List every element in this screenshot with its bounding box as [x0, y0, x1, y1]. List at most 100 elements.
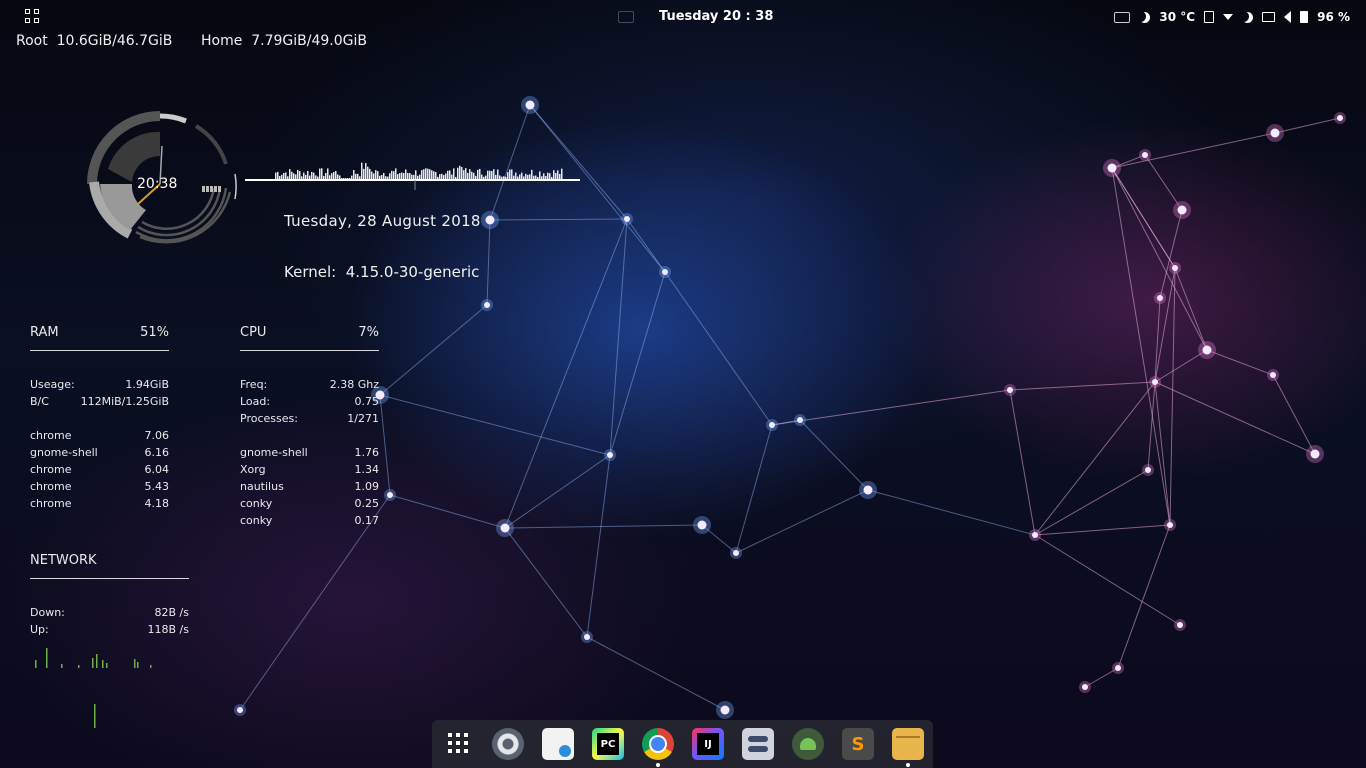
visualizer-bar	[481, 174, 483, 179]
visualizer-bar	[415, 170, 417, 179]
files-running-indicator	[906, 763, 910, 767]
network-node	[237, 707, 243, 713]
cpu-percent: 7%	[358, 325, 379, 340]
network-edge	[1111, 167, 1208, 351]
visualizer-bar	[453, 168, 455, 179]
network-down-bar	[137, 662, 139, 668]
visualizer-bar	[387, 176, 389, 179]
visualizer-bar	[479, 168, 481, 179]
network-down-bar	[35, 660, 37, 668]
network-edge	[1034, 469, 1149, 536]
network-down-bar	[78, 665, 80, 668]
cpu-stat-value: 1/271	[347, 412, 379, 425]
network-edge	[504, 218, 628, 529]
chrome-icon[interactable]	[642, 728, 674, 760]
ring-arc-top-right	[194, 124, 228, 165]
visualizer-bar	[417, 175, 419, 179]
battery-percent[interactable]: 96 %	[1317, 10, 1350, 24]
topbar-clock[interactable]: Tuesday 20 : 38	[659, 9, 773, 24]
visualizer-bar	[555, 172, 557, 179]
network-edge	[609, 271, 666, 456]
visualizer-bar	[437, 176, 439, 179]
tweaks-icon[interactable]	[742, 728, 774, 760]
visualizer-bar	[375, 170, 377, 179]
show-apps-icon[interactable]	[444, 728, 476, 760]
volume-icon[interactable]	[1284, 11, 1292, 23]
activities-icon[interactable]	[25, 9, 41, 25]
network-up-bar	[94, 704, 96, 728]
visualizer-bar	[383, 172, 385, 179]
network-down-bar	[92, 658, 94, 668]
network-up-value: 118B /s	[147, 623, 189, 636]
network-edge	[1174, 267, 1208, 351]
network-edge	[1144, 154, 1183, 211]
temperature-readout[interactable]: 30 °C	[1159, 10, 1195, 24]
visualizer-bar	[531, 169, 533, 179]
visualizer-bar	[389, 173, 391, 179]
cpu-process-row: Xorg 1.34	[240, 461, 379, 478]
ring-sector-dark	[108, 131, 160, 182]
visualizer-bar	[403, 173, 405, 179]
keyboard-icon[interactable]	[1114, 11, 1131, 23]
network-stats: Down: 82B /s Up: 118B /s	[30, 579, 189, 638]
network-node	[1145, 467, 1151, 473]
sublime-text-icon[interactable]: S	[842, 728, 874, 760]
network-node	[662, 269, 668, 275]
pycharm-icon[interactable]: PC	[592, 728, 624, 760]
visualizer-bar	[325, 173, 327, 179]
visualizer-bar	[359, 176, 361, 179]
network-edge	[379, 304, 488, 396]
network-down-value: 82B /s	[154, 606, 189, 619]
visualizer-bar	[519, 174, 521, 179]
visualizer-bar	[523, 176, 525, 179]
network-edge	[379, 394, 391, 496]
process-name: gnome-shell	[30, 446, 98, 459]
ring-edge-arc	[234, 173, 237, 200]
widget-kernel: Kernel: 4.15.0-30-generic	[284, 263, 479, 281]
visualizer-bar	[441, 173, 443, 179]
visualizer-bar	[405, 169, 407, 179]
visualizer-bar	[421, 170, 423, 179]
network-edge	[586, 454, 611, 638]
visualizer-bar	[357, 173, 359, 179]
network-edge	[1034, 381, 1156, 536]
visualizer-bar	[303, 172, 305, 179]
software-store-icon[interactable]	[542, 728, 574, 760]
network-edge	[379, 394, 611, 456]
visualizer-bar	[471, 171, 473, 179]
visualizer-bar	[447, 170, 449, 179]
screen-icon[interactable]	[1262, 12, 1276, 22]
files-icon[interactable]	[892, 728, 924, 760]
intellij-icon[interactable]: IJ	[692, 728, 724, 760]
visualizer-bar	[371, 171, 373, 179]
visualizer-bar	[409, 173, 411, 179]
battery-icon[interactable]	[1300, 11, 1309, 23]
network-edge	[504, 524, 703, 529]
visualizer-bar	[511, 169, 513, 179]
top-bar: Tuesday 20 : 38 30 °C 96 %	[0, 0, 1366, 34]
visualizer-bar	[315, 175, 317, 179]
ram-process-row: chrome 6.04	[30, 461, 169, 478]
disk-root-label: Root	[16, 33, 48, 49]
widget-date: Tuesday, 28 August 2018	[284, 212, 481, 230]
network-node	[1142, 152, 1148, 158]
process-value: 6.16	[144, 446, 170, 459]
process-value: 1.09	[354, 480, 380, 493]
network-node	[797, 417, 803, 423]
network-node	[1202, 345, 1212, 355]
visualizer-bar	[307, 170, 309, 179]
night-light-icon[interactable]	[1139, 12, 1150, 23]
network-edge	[1111, 167, 1176, 269]
settings-gear-icon[interactable]	[492, 728, 524, 760]
network-up-row: Up: 118B /s	[30, 621, 189, 638]
network-node	[769, 422, 775, 428]
clipboard-icon[interactable]	[1204, 11, 1215, 23]
network-edge	[1034, 534, 1181, 626]
moon-icon[interactable]	[1242, 12, 1253, 23]
android-studio-icon[interactable]	[792, 728, 824, 760]
cpu-process-row: gnome-shell 1.76	[240, 444, 379, 461]
dropdown-icon[interactable]	[1223, 14, 1234, 20]
visualizer-bar	[289, 169, 291, 179]
system-tray[interactable]: 30 °C 96 %	[1114, 8, 1350, 26]
ram-process-row: chrome 4.18	[30, 495, 169, 512]
